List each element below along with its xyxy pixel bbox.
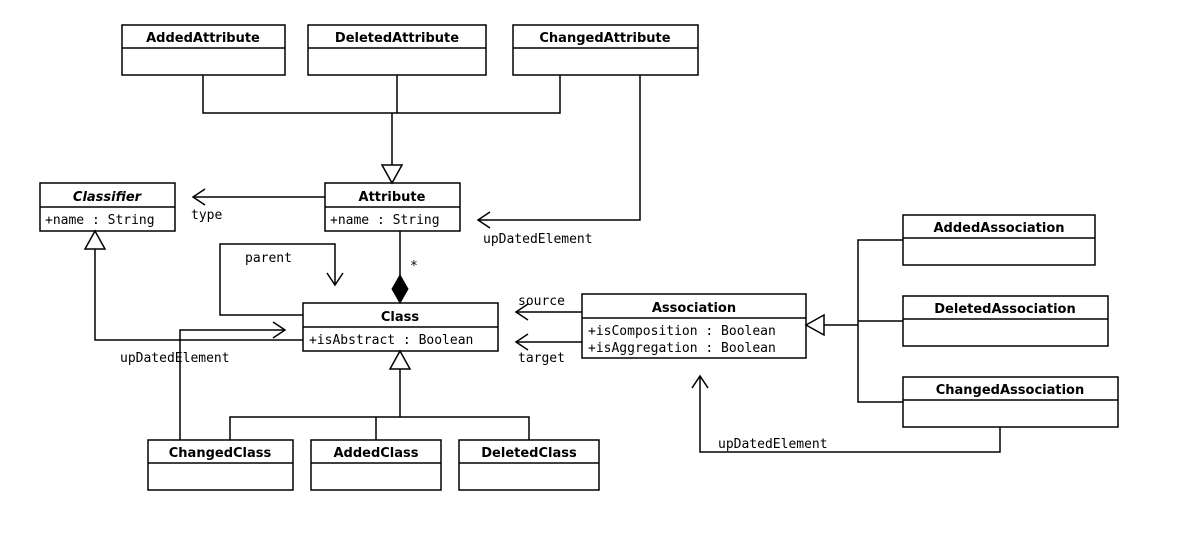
class-deleted-association: DeletedAssociation xyxy=(903,296,1108,346)
assoc-association-target-class: target xyxy=(516,334,582,366)
role-label: upDatedElement xyxy=(120,351,230,366)
role-label: source xyxy=(518,294,565,309)
class-classifier: Classifier +name : String xyxy=(40,183,175,231)
assoc-attribute-type-classifier: type xyxy=(191,189,325,223)
comp-class-attributes: * xyxy=(392,231,418,303)
class-title: Attribute xyxy=(359,190,426,205)
class-changed-attribute: ChangedAttribute xyxy=(513,25,698,75)
class-title: Classifier xyxy=(73,190,143,205)
class-title: ChangedClass xyxy=(169,446,272,461)
role-label: upDatedElement xyxy=(718,437,828,452)
uml-class-diagram: AddedAttribute DeletedAttribute ChangedA… xyxy=(0,0,1190,559)
gen-association-subclasses xyxy=(806,240,903,402)
gen-attr-subclasses xyxy=(203,75,560,183)
class-added-attribute: AddedAttribute xyxy=(122,25,285,75)
role-label: upDatedElement xyxy=(483,232,593,247)
assoc-changedattribute-updatedelement: upDatedElement xyxy=(478,75,640,247)
class-title: DeletedAssociation xyxy=(934,302,1075,317)
class-title: AddedClass xyxy=(333,446,418,461)
class-title: DeletedClass xyxy=(481,446,577,461)
mult-label: * xyxy=(410,259,418,274)
class-attr: +isAggregation : Boolean xyxy=(588,341,776,356)
gen-class-classifier xyxy=(85,231,303,340)
class-attr: +name : String xyxy=(330,213,440,228)
role-label: type xyxy=(191,208,222,223)
class-attr: +name : String xyxy=(45,213,155,228)
class-deleted-class: DeletedClass xyxy=(459,440,599,490)
class-title: ChangedAssociation xyxy=(936,383,1085,398)
class-class: Class +isAbstract : Boolean xyxy=(303,303,498,351)
class-added-class: AddedClass xyxy=(311,440,441,490)
class-deleted-attribute: DeletedAttribute xyxy=(308,25,486,75)
class-changed-class: ChangedClass xyxy=(148,440,293,490)
class-attr: +isComposition : Boolean xyxy=(588,324,776,339)
class-title: ChangedAttribute xyxy=(539,31,670,46)
class-association: Association +isComposition : Boolean +is… xyxy=(582,294,806,358)
class-changed-association: ChangedAssociation xyxy=(903,377,1118,427)
class-attr: +isAbstract : Boolean xyxy=(309,333,473,348)
class-attribute: Attribute +name : String xyxy=(325,183,460,231)
gen-class-subclasses xyxy=(230,351,529,440)
role-label: target xyxy=(518,351,565,366)
class-title: DeletedAttribute xyxy=(335,31,459,46)
class-added-association: AddedAssociation xyxy=(903,215,1095,265)
assoc-association-source-class: source xyxy=(516,294,582,320)
class-title: Class xyxy=(381,310,420,325)
class-title: Association xyxy=(652,301,736,316)
class-title: AddedAttribute xyxy=(146,31,260,46)
role-label: parent xyxy=(245,251,292,266)
class-title: AddedAssociation xyxy=(933,221,1064,236)
